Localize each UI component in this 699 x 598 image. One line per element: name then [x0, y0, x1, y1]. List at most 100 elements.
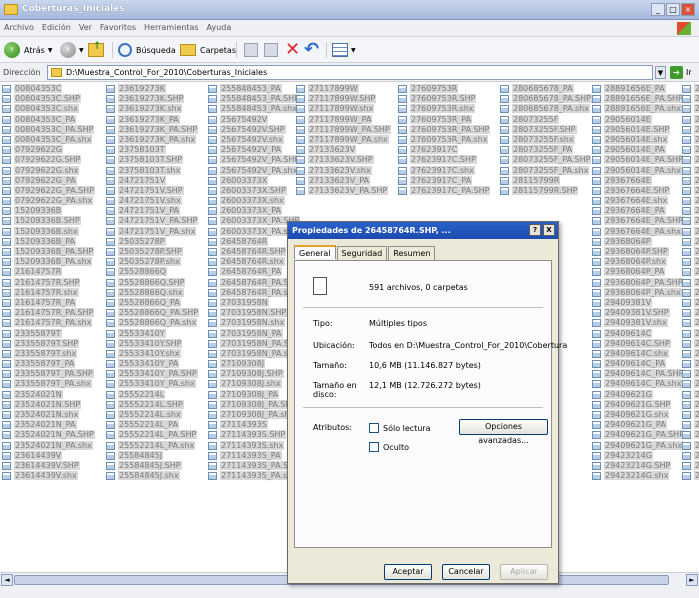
- list-item[interactable]: 23619273K.SHP: [106, 94, 199, 104]
- list-item[interactable]: 25584845J.SHP: [106, 460, 199, 471]
- list-item[interactable]: 24721751V.shx: [106, 196, 199, 206]
- forward-button[interactable]: › ▼: [60, 41, 84, 59]
- ok-button[interactable]: Aceptar: [384, 564, 432, 580]
- list-item[interactable]: 25675492V_PA.shx: [208, 165, 301, 176]
- list-item[interactable]: 00804353C_PA.SHP: [2, 124, 95, 135]
- menu-edicion[interactable]: Edición: [38, 20, 75, 35]
- list-item[interactable]: 294: [682, 247, 699, 257]
- list-item[interactable]: 26003373X.shx: [208, 196, 301, 206]
- maximize-button[interactable]: □: [666, 3, 680, 16]
- list-item[interactable]: 294: [682, 84, 699, 94]
- list-item[interactable]: 25552214L_PA.SHP: [106, 430, 199, 440]
- up-folder-button[interactable]: ↑: [88, 41, 104, 59]
- list-item[interactable]: 24721751V_PA.shx: [106, 226, 199, 237]
- list-item[interactable]: 15209336B: [2, 206, 95, 216]
- list-item[interactable]: 00804353C.SHP: [2, 94, 95, 104]
- list-item[interactable]: 23758103T.shx: [106, 165, 199, 176]
- undo-button[interactable]: ↶: [304, 41, 319, 59]
- list-item[interactable]: 297: [682, 440, 699, 451]
- list-item[interactable]: 23524021N.SHP: [2, 399, 95, 410]
- list-item[interactable]: 25675492V.shx: [208, 134, 301, 145]
- list-item[interactable]: 29409621G.shx: [592, 410, 685, 420]
- list-item[interactable]: 27117899W: [296, 84, 391, 94]
- list-item[interactable]: 29409621G_PA.SHP: [592, 430, 686, 440]
- list-item[interactable]: 07929622G_PA: [2, 175, 95, 186]
- list-item[interactable]: 29409614C.shx: [592, 348, 685, 359]
- list-item[interactable]: 27133623V: [296, 145, 391, 155]
- views-button[interactable]: ▼: [332, 41, 356, 59]
- list-item[interactable]: 294: [682, 134, 699, 145]
- list-item[interactable]: 23524021N_PA: [2, 420, 95, 430]
- list-item[interactable]: 25528866Q.shx: [106, 287, 199, 298]
- menu-herramientas[interactable]: Herramientas: [140, 20, 203, 35]
- list-item[interactable]: 23355879T_PA: [2, 359, 95, 369]
- readonly-checkbox[interactable]: [369, 423, 379, 433]
- list-item[interactable]: 23355879T: [2, 328, 95, 339]
- list-item[interactable]: 26003373X: [208, 175, 301, 186]
- list-item[interactable]: 280685678_PA.SHP: [500, 94, 592, 104]
- list-item[interactable]: 29423214G.shx: [592, 471, 685, 481]
- menu-ayuda[interactable]: Ayuda: [203, 20, 236, 35]
- list-item[interactable]: 28115799R: [500, 175, 592, 186]
- list-item[interactable]: 21614757R: [2, 267, 95, 277]
- list-item[interactable]: 294: [682, 216, 699, 226]
- hidden-checkbox[interactable]: [369, 442, 379, 452]
- list-item[interactable]: 25584845J.shx: [106, 471, 199, 481]
- list-item[interactable]: 25552214L_PA.shx: [106, 440, 199, 451]
- list-item[interactable]: 29367664E_PA.SHP: [592, 216, 685, 226]
- list-item[interactable]: 28073255F: [500, 114, 592, 125]
- list-item[interactable]: 24721751V: [106, 175, 199, 186]
- list-item[interactable]: 23355879T.SHP: [2, 338, 95, 349]
- list-item[interactable]: 27609753R_PA: [398, 114, 490, 125]
- list-item[interactable]: 25533410Y_PA.shx: [106, 379, 199, 389]
- list-item[interactable]: 23355879T_PA.SHP: [2, 369, 95, 379]
- list-item[interactable]: 27117899W_PA: [296, 114, 391, 125]
- list-item[interactable]: 296: [682, 338, 699, 349]
- list-item[interactable]: 27623917C: [398, 145, 490, 155]
- list-item[interactable]: 07929622G_PA.shx: [2, 196, 95, 206]
- list-item[interactable]: 294: [682, 185, 699, 196]
- list-item[interactable]: 29368064P_PA.shx: [592, 287, 685, 298]
- list-item[interactable]: 294: [682, 124, 699, 135]
- list-item[interactable]: 25552214L: [106, 389, 199, 400]
- copy-to-button[interactable]: [264, 41, 278, 59]
- list-item[interactable]: 29409614C_PA: [592, 359, 685, 369]
- list-item[interactable]: 29409621G_PA.shx: [592, 440, 685, 451]
- list-item[interactable]: 00804353C_PA.shx: [2, 134, 95, 145]
- list-item[interactable]: 23614439V.shx: [2, 471, 95, 481]
- list-item[interactable]: 23614439V: [2, 450, 95, 461]
- list-item[interactable]: 25552214L.SHP: [106, 399, 199, 410]
- list-item[interactable]: 28073255F.SHP: [500, 124, 592, 135]
- list-item[interactable]: 29056014E_PA.SHP: [592, 155, 685, 165]
- list-item[interactable]: 29056014E: [592, 114, 685, 125]
- list-item[interactable]: 27623917C_PA: [398, 175, 490, 186]
- cancel-button[interactable]: Cancelar: [442, 564, 490, 580]
- list-item[interactable]: 15209336B_PA.SHP: [2, 247, 95, 257]
- advanced-options-button[interactable]: Opciones avanzadas...: [459, 419, 548, 445]
- list-item[interactable]: 26003373X.SHP: [208, 185, 301, 196]
- list-item[interactable]: 07929622G.shx: [2, 165, 95, 176]
- list-item[interactable]: 27117899W_PA.shx: [296, 134, 391, 145]
- list-item[interactable]: 27133623V.shx: [296, 165, 391, 176]
- scroll-left-button[interactable]: ◄: [1, 574, 13, 586]
- list-item[interactable]: 29409614C_PA.shx: [592, 379, 685, 389]
- list-item[interactable]: 29409621G: [592, 389, 685, 400]
- list-item[interactable]: 28115799R.SHP: [500, 185, 592, 196]
- list-item[interactable]: 297: [682, 471, 699, 481]
- list-item[interactable]: 27133623V_PA.SHP: [296, 185, 391, 196]
- list-item[interactable]: 294: [682, 145, 699, 155]
- list-item[interactable]: 23619273K.shx: [106, 104, 199, 114]
- list-item[interactable]: 21614757R_PA: [2, 297, 95, 308]
- list-item[interactable]: 296: [682, 267, 699, 277]
- list-item[interactable]: 296: [682, 359, 699, 369]
- list-item[interactable]: 07929622G_PA.SHP: [2, 185, 96, 196]
- list-item[interactable]: 29409381V: [592, 297, 685, 308]
- list-item[interactable]: 00804353C_PA: [2, 114, 95, 125]
- list-item[interactable]: 296: [682, 328, 699, 339]
- list-item[interactable]: 27133623V_PA: [296, 175, 391, 186]
- list-item[interactable]: 25675492V_PA.SHP: [208, 155, 301, 165]
- list-item[interactable]: 294: [682, 196, 699, 206]
- list-item[interactable]: 297: [682, 450, 699, 461]
- list-item[interactable]: 00804353C: [2, 84, 95, 94]
- list-item[interactable]: 296: [682, 277, 699, 288]
